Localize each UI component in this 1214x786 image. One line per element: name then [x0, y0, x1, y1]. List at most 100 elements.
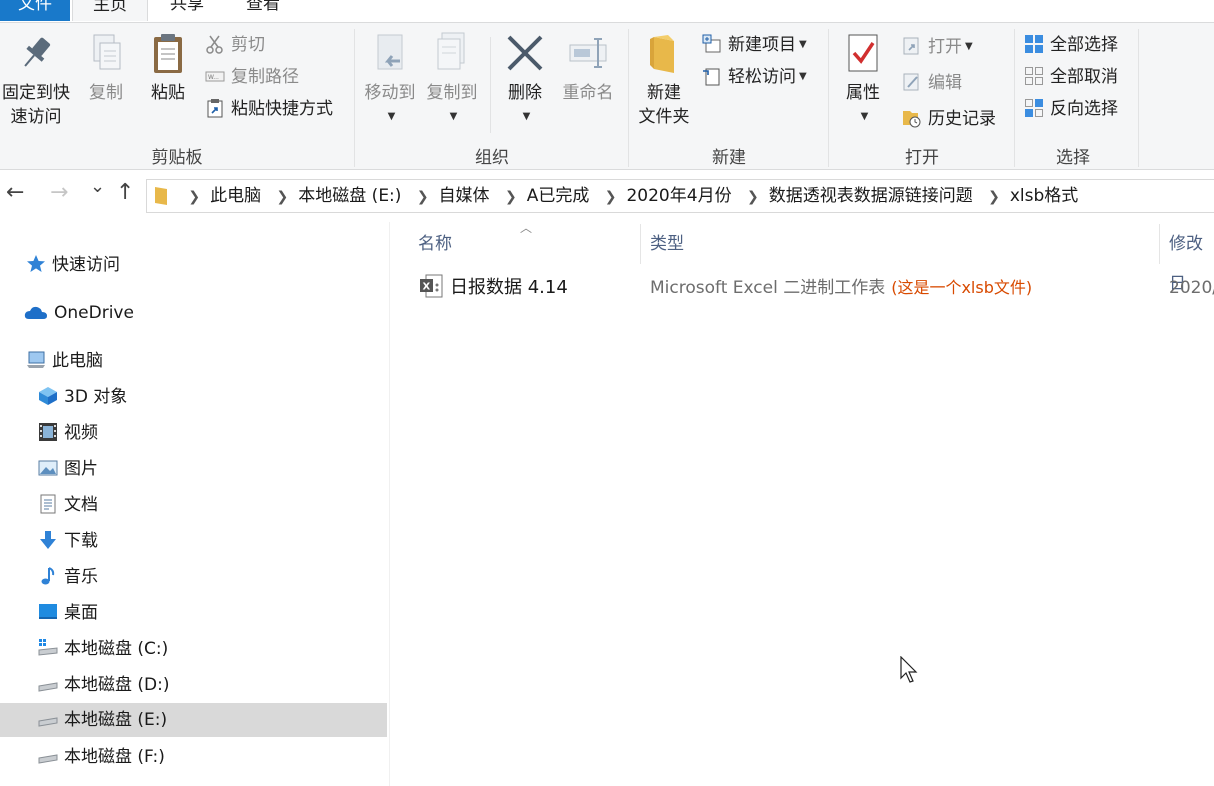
sort-ascending-icon: ︿ [520, 221, 533, 235]
pin-to-quick-access-button[interactable]: 固定到快 速访问 [0, 31, 72, 129]
breadcrumb-item[interactable]: 2020年4月份 [626, 180, 731, 212]
sidebar-item-label: OneDrive [54, 303, 134, 323]
breadcrumb-item[interactable]: A已完成 [527, 180, 590, 212]
sidebar-item-label: 快速访问 [52, 255, 120, 275]
easy-access-button[interactable]: 轻松访问 ▼ [702, 65, 807, 89]
pictures-icon [38, 456, 58, 476]
sidebar-item-quick-access[interactable]: 快速访问 [26, 248, 120, 282]
chevron-down-icon: ▼ [799, 71, 807, 82]
column-header-type[interactable]: 类型 [650, 224, 684, 264]
select-all-label: 全部选择 [1050, 35, 1118, 55]
copy-path-label: 复制路径 [231, 67, 299, 87]
select-all-button[interactable]: 全部选择 [1024, 33, 1118, 57]
file-row-name[interactable]: X 日报数据 4.14 [420, 274, 568, 302]
column-header-modified[interactable]: 修改日 [1169, 224, 1214, 294]
desktop-icon [38, 600, 58, 620]
sidebar-item-documents[interactable]: 文档 [38, 488, 98, 522]
easy-access-icon [702, 66, 722, 86]
delete-button[interactable]: 删除 ▼ [500, 31, 550, 129]
cut-label: 剪切 [231, 35, 265, 55]
group-divider [354, 29, 355, 167]
new-item-icon [702, 34, 722, 54]
invert-selection-label: 反向选择 [1050, 99, 1118, 119]
scissors-icon [205, 34, 225, 54]
breadcrumb-chevron-icon[interactable]: ❯ [747, 181, 759, 212]
open-icon [902, 36, 922, 56]
new-item-button[interactable]: 新建项目 ▼ [702, 33, 807, 57]
copy-to-icon [432, 31, 472, 77]
breadcrumb-chevron-icon[interactable]: ❯ [188, 181, 200, 212]
chevron-down-icon: ▼ [965, 41, 973, 52]
tab-share[interactable]: 共享 [150, 0, 224, 21]
breadcrumb-item[interactable]: 自媒体 [439, 180, 490, 212]
paste-shortcut-button[interactable]: 粘贴快捷方式 [205, 97, 333, 121]
paste-button[interactable]: 粘贴 [144, 31, 192, 105]
sidebar-item-music[interactable]: 音乐 [38, 560, 98, 594]
pin-label-line2: 速访问 [10, 107, 62, 127]
chevron-down-icon: ▼ [522, 111, 531, 122]
copy-to-button[interactable]: 复制到 ▼ [422, 31, 482, 129]
breadcrumb-item[interactable]: 数据透视表数据源链接问题 [769, 180, 973, 212]
open-label: 打开 [928, 37, 962, 57]
edit-button[interactable]: 编辑 [902, 71, 962, 95]
cut-button[interactable]: 剪切 [205, 33, 265, 57]
back-arrow-icon[interactable]: ← [6, 180, 24, 205]
tab-file[interactable]: 文件 [0, 0, 70, 21]
group-divider [1138, 29, 1139, 167]
sidebar-item-label: 桌面 [64, 603, 98, 623]
file-row-modified: 2020/ [1169, 278, 1214, 298]
breadcrumb-chevron-icon[interactable]: ❯ [277, 181, 289, 212]
column-resize-handle[interactable] [1159, 224, 1160, 264]
properties-button[interactable]: 属性 ▼ [838, 31, 888, 129]
music-icon [38, 564, 58, 585]
copy-path-button[interactable]: W... 复制路径 [205, 65, 299, 89]
sidebar-item-desktop[interactable]: 桌面 [38, 596, 98, 630]
breadcrumb-chevron-icon[interactable]: ❯ [988, 181, 1000, 212]
sidebar-item-label: 文档 [64, 495, 98, 515]
history-button[interactable]: 历史记录 [902, 107, 996, 131]
sidebar-item-pictures[interactable]: 图片 [38, 452, 98, 486]
recent-locations-chevron-icon[interactable]: ⌄ [90, 176, 105, 197]
sidebar-item-this-pc[interactable]: 此电脑 [26, 344, 103, 378]
sidebar-item-3d-objects[interactable]: 3D 对象 [38, 380, 127, 414]
breadcrumb-chevron-icon[interactable]: ❯ [605, 181, 617, 212]
sidebar-item-video[interactable]: 视频 [38, 416, 98, 450]
invert-selection-button[interactable]: 反向选择 [1024, 97, 1118, 121]
pin-icon [16, 31, 56, 77]
sidebar-item-drive-d[interactable]: 本地磁盘 (D:) [38, 668, 170, 702]
chevron-down-icon: ▼ [799, 39, 807, 50]
rename-button[interactable]: 重命名 [558, 31, 618, 105]
navigation-pane: 快速访问 OneDrive 此电脑 3D 对象 视频 图片 文档 下载 音乐 桌… [0, 220, 388, 786]
open-button[interactable]: 打开 ▼ [902, 35, 973, 59]
copy-label: 复制 [89, 83, 123, 103]
select-group-label: 选择 [1056, 148, 1090, 168]
select-none-button[interactable]: 全部取消 [1024, 65, 1118, 89]
column-resize-handle[interactable] [640, 224, 641, 264]
sidebar-item-drive-f[interactable]: 本地磁盘 (F:) [38, 740, 165, 774]
sidebar-item-onedrive[interactable]: OneDrive [24, 296, 134, 330]
pane-divider[interactable] [389, 222, 390, 786]
move-to-button[interactable]: 移动到 ▼ [360, 31, 420, 129]
copy-to-label: 复制到 [426, 83, 478, 103]
new-folder-button[interactable]: 新建 文件夹 [634, 31, 694, 129]
rename-icon [568, 31, 608, 77]
navigation-bar: ← → ⌄ ↑ ❯ 此电脑 ❯ 本地磁盘 (E:) ❯ 自媒体 ❯ A已完成 ❯ 2020… [0, 170, 1214, 220]
sidebar-item-drive-c[interactable]: 本地磁盘 (C:) [38, 632, 168, 666]
breadcrumb-chevron-icon[interactable]: ❯ [417, 181, 429, 212]
tab-home[interactable]: 主页 [72, 0, 148, 21]
sidebar-item-downloads[interactable]: 下载 [38, 524, 98, 558]
up-arrow-icon[interactable]: ↑ [116, 180, 134, 205]
breadcrumb-item[interactable]: 本地磁盘 (E:) [298, 180, 401, 212]
breadcrumb-chevron-icon[interactable]: ❯ [505, 181, 517, 212]
address-bar[interactable]: ❯ 此电脑 ❯ 本地磁盘 (E:) ❯ 自媒体 ❯ A已完成 ❯ 2020年4月份 ❯ 数据… [146, 179, 1214, 213]
pin-label-line1: 固定到快 [2, 83, 70, 103]
breadcrumb-item[interactable]: xlsb格式 [1010, 180, 1078, 212]
copy-button[interactable]: 复制 [82, 31, 130, 105]
column-header-name[interactable]: 名称 [418, 224, 452, 264]
properties-check-icon [843, 31, 883, 77]
breadcrumb-item[interactable]: 此电脑 [210, 180, 261, 212]
sidebar-item-drive-e[interactable]: 本地磁盘 (E:) [0, 703, 387, 737]
tab-view[interactable]: 查看 [226, 0, 300, 21]
forward-arrow-icon[interactable]: → [50, 180, 68, 205]
paste-shortcut-label: 粘贴快捷方式 [231, 99, 333, 119]
